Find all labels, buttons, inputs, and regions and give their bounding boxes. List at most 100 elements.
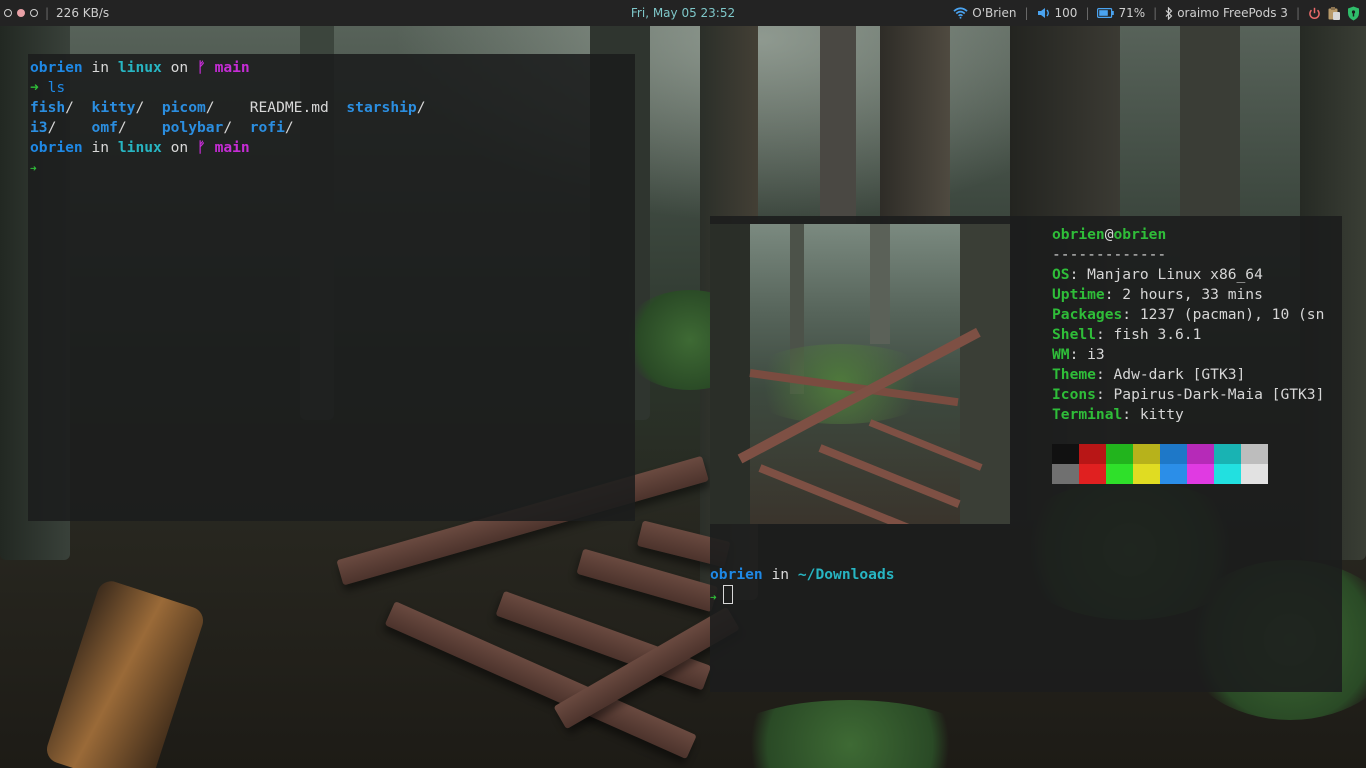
prompt-arrow: ➜ <box>710 591 717 604</box>
info-row: Terminal: kitty <box>1052 405 1324 425</box>
volume-level: 100 <box>1054 6 1078 20</box>
bar-separator: | <box>1024 6 1029 20</box>
color-swatch <box>1187 444 1214 464</box>
prompt-dir: linux <box>117 59 162 76</box>
dir-slash: / <box>135 99 145 116</box>
dir-entry: polybar <box>161 119 224 136</box>
command-line[interactable]: ➜ <box>710 585 895 605</box>
workspace-3-indicator[interactable] <box>30 9 38 17</box>
color-swatch <box>1214 444 1241 464</box>
info-key: Uptime <box>1052 286 1105 303</box>
info-key: WM <box>1052 346 1070 363</box>
terminal-window-left[interactable]: obrien in linux on ᚠ main ➜ ls fish/ kit… <box>28 54 635 521</box>
info-row: Shell: fish 3.6.1 <box>1052 325 1324 345</box>
neofetch-image <box>710 224 1010 524</box>
volume-module[interactable]: 100 <box>1037 6 1078 20</box>
network-speed: 226 KB/s <box>56 6 110 20</box>
command-line: ➜ <box>30 158 425 178</box>
info-row: Theme: Adw-dark [GTK3] <box>1052 365 1324 385</box>
prompt-user: obrien <box>30 139 83 156</box>
dir-slash: / <box>223 119 233 136</box>
info-key: Shell <box>1052 326 1096 343</box>
workspace-1-indicator[interactable] <box>4 9 12 17</box>
info-rule: ------------- <box>1052 246 1167 263</box>
prompt-dir: linux <box>117 139 162 156</box>
battery-level: 71% <box>1118 6 1146 20</box>
dir-slash: / <box>65 99 74 116</box>
clipboard-icon[interactable] <box>1327 6 1341 20</box>
bluetooth-module[interactable]: oraimo FreePods 3 <box>1165 6 1288 20</box>
info-at: @ <box>1104 226 1114 243</box>
color-palette <box>1052 444 1268 484</box>
prompt-arrow: ➜ <box>30 79 39 96</box>
prompt-block: obrien in ~/Downloads ➜ <box>710 565 895 605</box>
dir-slash: / <box>205 99 215 116</box>
terminal-window-right[interactable]: obrien@obrien ------------- OS: Manjaro … <box>710 216 1342 692</box>
battery-module[interactable]: 71% <box>1097 6 1145 20</box>
command-line: ➜ ls <box>30 78 425 98</box>
dir-slash: / <box>117 119 127 136</box>
prompt-line: obrien in linux on ᚠ main <box>30 58 425 78</box>
shield-icon[interactable] <box>1347 6 1360 21</box>
color-swatch <box>1052 464 1079 484</box>
color-swatch <box>1106 444 1133 464</box>
dir-entry: fish <box>30 99 66 116</box>
dir-entry: rofi <box>249 119 285 136</box>
prompt-line: obrien in linux on ᚠ main <box>30 138 425 158</box>
bar-separator: | <box>45 6 50 20</box>
bar-separator: | <box>1085 6 1090 20</box>
bluetooth-device: oraimo FreePods 3 <box>1177 6 1288 20</box>
wifi-module[interactable]: O'Brien <box>953 6 1016 20</box>
color-swatch <box>1241 444 1268 464</box>
info-host: obrien <box>1113 226 1167 243</box>
info-row: Uptime: 2 hours, 33 mins <box>1052 285 1324 305</box>
info-value: : Papirus-Dark-Maia [GTK3] <box>1095 386 1325 403</box>
dir-entry: kitty <box>91 99 136 116</box>
ls-output-row: fish/ kitty/ picom/ README.md starship/ <box>30 98 425 118</box>
power-icon[interactable] <box>1308 7 1321 20</box>
info-value: : 2 hours, 33 mins <box>1104 286 1263 303</box>
dir-entry: picom <box>161 99 206 116</box>
info-row: Packages: 1237 (pacman), 10 (sn <box>1052 305 1324 325</box>
bluetooth-icon <box>1165 6 1173 20</box>
info-user: obrien <box>1052 226 1105 243</box>
workspace-2-indicator[interactable] <box>17 9 25 17</box>
git-branch-icon: ᚠ <box>197 139 206 156</box>
color-swatch <box>1187 464 1214 484</box>
git-branch: main <box>214 59 250 76</box>
battery-icon <box>1097 8 1115 18</box>
info-value: : kitty <box>1122 406 1184 423</box>
prompt-user: obrien <box>710 566 763 583</box>
info-value: : Adw-dark [GTK3] <box>1095 366 1246 383</box>
color-swatch <box>1160 464 1187 484</box>
dir-entry: i3 <box>30 119 48 136</box>
info-value: : Manjaro Linux x86_64 <box>1069 266 1263 283</box>
info-row: WM: i3 <box>1052 345 1324 365</box>
date-time[interactable]: Fri, May 05 23:52 <box>631 6 735 20</box>
prompt-arrow: ➜ <box>30 162 37 175</box>
prompt-in: in <box>91 139 110 156</box>
prompt-in: in <box>91 59 110 76</box>
ls-output-row: i3/ omf/ polybar/ rofi/ <box>30 118 425 138</box>
info-key: Theme <box>1052 366 1096 383</box>
dir-entry: omf <box>91 119 118 136</box>
color-swatch <box>1133 444 1160 464</box>
text-cursor <box>722 585 733 604</box>
bar-modules: O'Brien | 100 | 71% | oraimo FreePods 3 <box>953 0 1360 26</box>
prompt-dir: ~/Downloads <box>797 566 895 583</box>
bar-separator: | <box>1153 6 1158 20</box>
wifi-name: O'Brien <box>972 6 1017 20</box>
neofetch-info: obrien@obrien ------------- OS: Manjaro … <box>1052 225 1324 425</box>
color-swatch <box>1241 464 1268 484</box>
color-swatch <box>1160 444 1187 464</box>
prompt-line: obrien in ~/Downloads <box>710 565 895 585</box>
dir-slash: / <box>47 119 57 136</box>
color-swatch <box>1214 464 1241 484</box>
dir-slash: / <box>416 99 426 116</box>
color-swatch <box>1052 444 1079 464</box>
workspaces: | 226 KB/s <box>4 0 109 26</box>
info-value: : i3 <box>1069 346 1105 363</box>
file-entry: README.md <box>249 99 329 116</box>
command-text: ls <box>47 79 66 96</box>
bar-separator: | <box>1295 6 1300 20</box>
